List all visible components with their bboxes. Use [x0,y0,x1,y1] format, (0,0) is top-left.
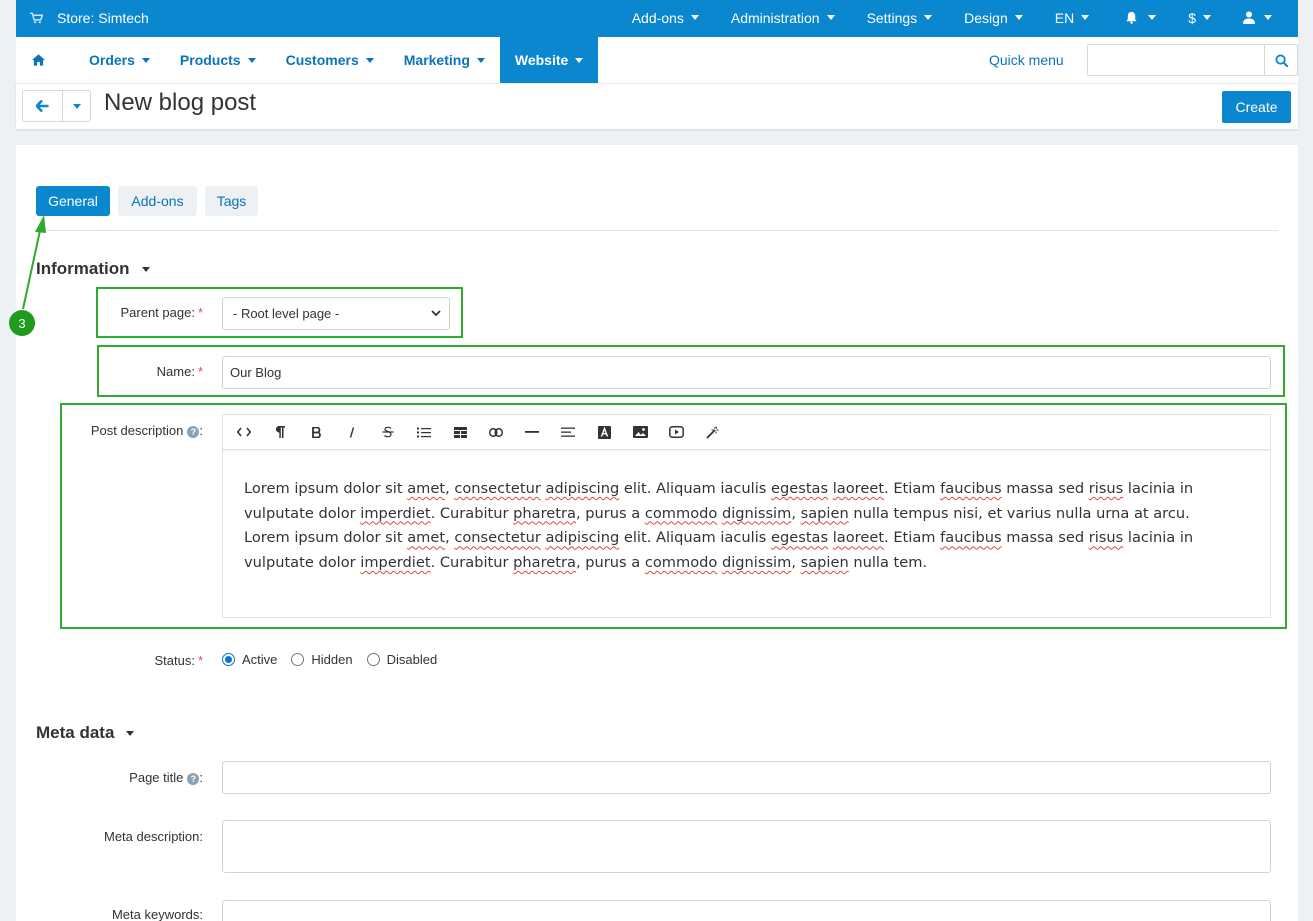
caret-down-icon [126,730,135,736]
status-radio-group: Active Hidden Disabled [222,652,437,667]
caret-down-icon [141,57,150,63]
status-label-text: Status: [154,653,195,668]
quick-menu-label: Quick menu [989,52,1064,68]
nav-products-label: Products [179,52,241,68]
search-input[interactable] [1087,44,1298,76]
search-icon [1274,53,1288,67]
page-title-field[interactable] [222,761,1271,794]
nav-customers-label: Customers [285,52,359,68]
page-title: New blog post [104,89,257,116]
caret-down-icon [1203,15,1211,20]
caret-down-icon [690,15,699,20]
menu-design[interactable]: Design [948,0,1039,35]
top-bar: Store: Simtech Add-ons Administration Se… [16,0,1298,37]
quick-menu-link[interactable]: Quick menu [989,37,1064,83]
meta-keywords-label: Meta keywords: [56,907,203,921]
step-badge: 3 [9,310,35,336]
menu-language[interactable]: EN [1039,0,1109,35]
menu-addons-label: Add-ons [631,9,684,26]
meta-description-label-text: Meta description: [104,829,203,844]
meta-description-field[interactable] [222,820,1271,873]
meta-keywords-label-text: Meta keywords: [111,907,203,921]
meta-description-label: Meta description: [56,829,203,844]
search-button[interactable] [1264,45,1297,75]
caret-down-icon [141,266,150,272]
caret-down-icon [365,57,374,63]
status-active-label[interactable]: Active [242,652,277,667]
section-metadata-heading: Meta data [36,723,115,742]
status-hidden-radio[interactable] [291,653,305,666]
currency-label: $ [1188,9,1196,26]
nav-marketing-label: Marketing [403,52,470,68]
notifications-menu[interactable] [1109,0,1172,35]
status-disabled-radio[interactable] [366,653,380,666]
tab-divider [36,230,1278,231]
caret-down-icon [1081,15,1090,20]
highlight-name [97,345,1285,397]
menu-administration[interactable]: Administration [715,0,851,35]
caret-down-icon [1264,15,1272,20]
caret-down-icon [1148,15,1157,20]
nav-marketing[interactable]: Marketing [389,37,500,83]
nav-orders-label: Orders [89,52,135,68]
section-metadata-toggle[interactable]: Meta data [36,723,135,743]
required-marker: * [197,653,203,668]
main-nav: Orders Products Customers Marketing Webs… [16,37,1298,83]
nav-website[interactable]: Website [499,37,599,83]
highlight-parent-page [96,287,463,338]
menu-administration-label: Administration [730,9,820,26]
menu-design-label: Design [964,9,1008,26]
caret-down-icon [247,57,256,63]
status-hidden-label[interactable]: Hidden [311,652,352,667]
page-title-label-text: Page title [129,770,184,785]
nav-products[interactable]: Products [165,37,271,83]
menu-settings-label: Settings [866,9,918,26]
create-button[interactable]: Create [1222,91,1291,123]
meta-keywords-field[interactable] [222,900,1271,921]
user-icon [1243,11,1255,24]
menu-language-label: EN [1054,9,1075,26]
caret-down-icon [1014,15,1023,20]
page-title-label: Page title?: [129,770,203,785]
title-bar: New blog post Create [16,83,1298,129]
annotation-arrow-icon [22,215,46,310]
menu-settings[interactable]: Settings [851,0,949,35]
caret-down-icon [476,57,485,63]
currency-menu[interactable]: $ [1172,0,1227,35]
status-disabled-label[interactable]: Disabled [387,652,438,667]
caret-down-icon [924,15,933,20]
highlight-post-description [60,403,1287,629]
status-active-radio[interactable] [222,653,235,666]
caret-down-icon [575,57,584,63]
nav-customers[interactable]: Customers [271,37,389,83]
caret-down-icon [826,15,835,20]
bell-icon [1126,11,1137,24]
user-menu[interactable] [1227,0,1298,35]
nav-website-label: Website [514,52,569,68]
status-label: Status: * [76,653,203,668]
tab-tags[interactable]: Tags [205,186,258,216]
help-icon[interactable]: ? [187,773,200,785]
tab-addons[interactable]: Add-ons [118,186,197,216]
menu-addons[interactable]: Add-ons [616,0,715,35]
